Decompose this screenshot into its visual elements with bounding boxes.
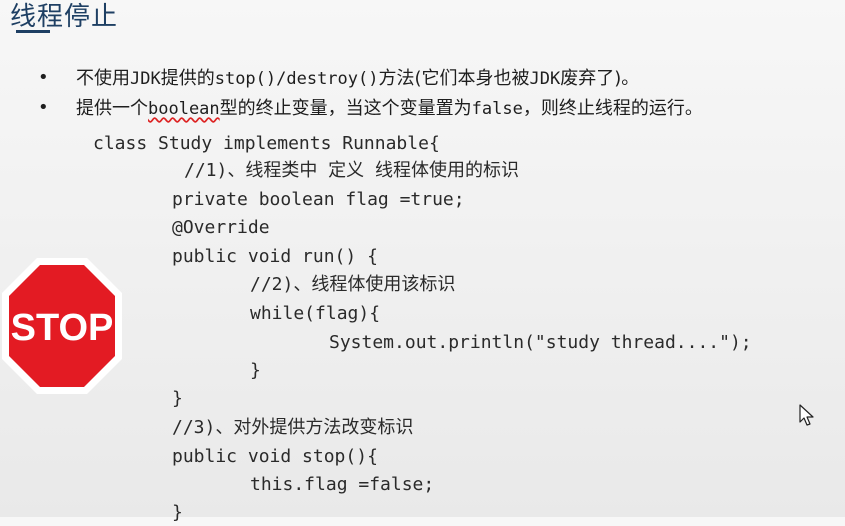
code-line-10: } [172, 388, 183, 409]
code-line-14: } [172, 502, 183, 523]
code-line-1: class Study implements Runnable{ [93, 133, 440, 154]
code-line-4: @Override [172, 217, 270, 238]
code-line-11: //3)、对外提供方法改变标识 [172, 417, 414, 438]
code-line-5: public void run() { [172, 246, 378, 267]
mouse-pointer-icon [799, 404, 814, 426]
code-line-8: System.out.println("study thread...."); [329, 332, 752, 353]
stop-sign-text: STOP [11, 307, 114, 349]
code-line-9: } [250, 360, 261, 381]
code-line-13: this.flag =false; [250, 474, 435, 495]
code-line-3: private boolean flag =true; [172, 189, 465, 210]
code-line-12: public void stop(){ [172, 446, 378, 467]
code-line-7: while(flag){ [250, 303, 381, 324]
code-line-2: //1)、线程类中 定义 线程体使用的标识 [184, 160, 520, 181]
stop-sign-icon: STOP [2, 258, 122, 394]
code-line-6: //2)、线程体使用该标识 [250, 274, 456, 295]
code-block: class Study implements Runnable{ //1)、线程… [0, 0, 845, 523]
